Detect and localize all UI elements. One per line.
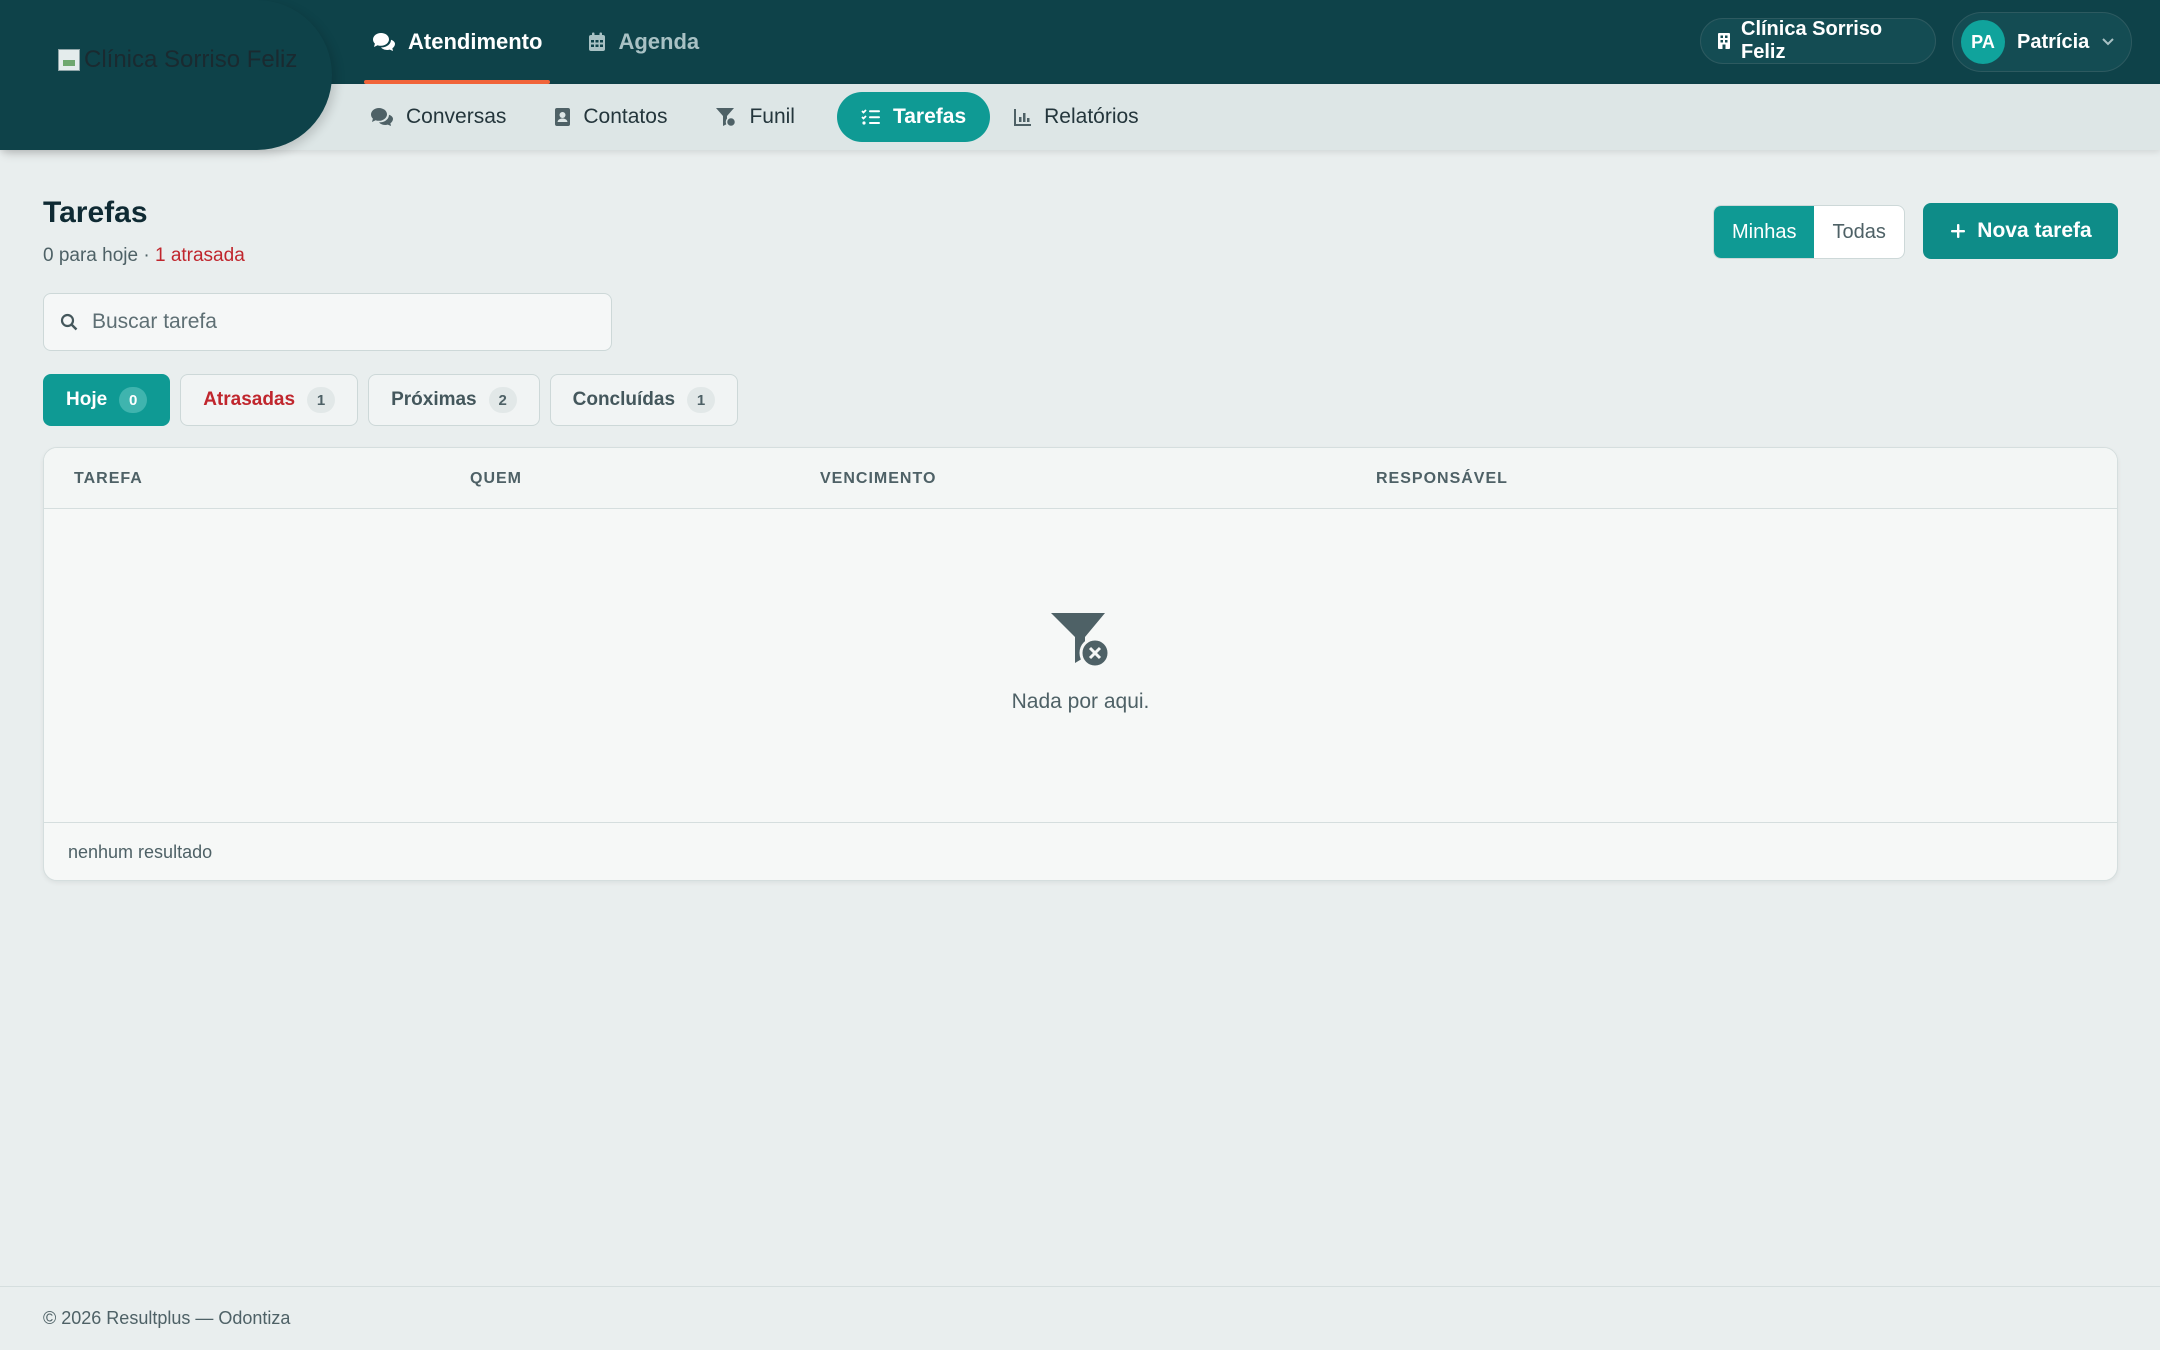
count-badge: 1 bbox=[307, 387, 336, 413]
table-footer: nenhum resultado bbox=[44, 822, 2117, 880]
main-tab-label: Agenda bbox=[618, 29, 700, 54]
column-header-vencimento[interactable]: VENCIMENTO bbox=[820, 470, 936, 488]
filter-proximas[interactable]: Próximas 2 bbox=[368, 374, 540, 426]
sub-nav: Conversas Contatos Funil Tarefas Relatór… bbox=[364, 92, 1163, 142]
plus-icon bbox=[1949, 222, 1967, 240]
new-task-button[interactable]: Nova tarefa bbox=[1923, 203, 2118, 259]
main-tab-agenda[interactable]: Agenda bbox=[580, 0, 707, 84]
user-menu[interactable]: PA Patrícia bbox=[1952, 12, 2132, 72]
sub-tab-label: Relatórios bbox=[1044, 105, 1139, 128]
list-check-icon bbox=[861, 108, 881, 126]
filter-label: Atrasadas bbox=[203, 389, 296, 410]
sub-tab-contatos[interactable]: Contatos bbox=[548, 92, 691, 142]
summary-late: 1 atrasada bbox=[154, 245, 245, 266]
main-nav: Atendimento Agenda bbox=[364, 0, 737, 84]
sub-tab-tarefas[interactable]: Tarefas bbox=[836, 92, 991, 142]
avatar: PA bbox=[1961, 20, 2005, 64]
sub-tab-relatorios[interactable]: Relatórios bbox=[1008, 92, 1163, 142]
main-tab-atendimento[interactable]: Atendimento bbox=[364, 0, 551, 84]
sub-tab-funil[interactable]: Funil bbox=[709, 92, 819, 142]
funnel-icon bbox=[715, 107, 737, 127]
search-box bbox=[43, 293, 612, 351]
filter-atrasadas[interactable]: Atrasadas 1 bbox=[180, 374, 359, 426]
page-title: Tarefas bbox=[43, 196, 148, 229]
sub-tab-label: Funil bbox=[749, 105, 795, 128]
scope-mine-button[interactable]: Minhas bbox=[1714, 206, 1815, 258]
result-count: nenhum resultado bbox=[68, 842, 213, 862]
sub-tab-conversas[interactable]: Conversas bbox=[364, 92, 530, 142]
search-icon bbox=[60, 313, 78, 331]
table-header: TAREFA QUEM VENCIMENTO RESPONSÁVEL bbox=[44, 448, 2117, 509]
filter-label: Concluídas bbox=[572, 389, 676, 410]
clinic-logo[interactable]: Clínica Sorriso Feliz bbox=[58, 46, 297, 74]
column-header-responsavel[interactable]: RESPONSÁVEL bbox=[1376, 470, 1508, 488]
comments-icon bbox=[370, 107, 394, 127]
clinic-logo-alt-text: Clínica Sorriso Feliz bbox=[84, 46, 298, 73]
filter-label: Hoje bbox=[66, 389, 108, 410]
column-header-tarefa[interactable]: TAREFA bbox=[74, 470, 143, 488]
tasks-table: TAREFA QUEM VENCIMENTO RESPONSÁVEL Nada … bbox=[43, 447, 2118, 881]
clinic-name: Clínica Sorriso Feliz bbox=[1741, 18, 1883, 63]
search-input[interactable] bbox=[92, 310, 572, 334]
filter-label: Próximas bbox=[391, 389, 477, 410]
count-badge: 1 bbox=[687, 387, 716, 413]
address-book-icon bbox=[554, 107, 571, 127]
page-footer: © 2026 Resultplus — Odontiza bbox=[0, 1286, 2160, 1350]
user-name: Patrícia bbox=[2017, 30, 2090, 53]
main-tab-label: Atendimento bbox=[408, 29, 543, 54]
count-badge: 2 bbox=[488, 387, 517, 413]
sub-tab-label: Conversas bbox=[406, 105, 507, 128]
filter-clear-icon bbox=[1049, 611, 1111, 669]
scope-all-button[interactable]: Todas bbox=[1814, 206, 1903, 258]
empty-state-text: Nada por aqui. bbox=[1011, 690, 1150, 713]
task-summary: 0 para hoje · 1 atrasada bbox=[43, 245, 245, 267]
count-badge: 0 bbox=[119, 387, 148, 413]
sub-tab-label: Tarefas bbox=[892, 105, 967, 128]
chevron-down-icon bbox=[2101, 37, 2115, 47]
column-header-quem[interactable]: QUEM bbox=[470, 470, 522, 488]
broken-image-icon bbox=[58, 49, 80, 71]
new-task-label: Nova tarefa bbox=[1977, 219, 2092, 242]
filter-concluidas[interactable]: Concluídas 1 bbox=[549, 374, 739, 426]
clinic-selector[interactable]: Clínica Sorriso Feliz bbox=[1700, 18, 1936, 64]
scope-toggle: Minhas Todas bbox=[1713, 205, 1905, 259]
comments-icon bbox=[372, 32, 396, 52]
copyright-text: © 2026 Resultplus — Odontiza bbox=[43, 1308, 291, 1328]
filter-tabs: Hoje 0 Atrasadas 1 Próximas 2 Concluídas… bbox=[43, 374, 739, 426]
chart-icon bbox=[1014, 108, 1032, 126]
sub-tab-label: Contatos bbox=[583, 105, 668, 128]
logo-container[interactable]: Clínica Sorriso Feliz bbox=[0, 0, 332, 150]
summary-today: 0 para hoje · bbox=[43, 245, 155, 266]
filter-hoje[interactable]: Hoje 0 bbox=[43, 374, 171, 426]
calendar-icon bbox=[588, 32, 606, 52]
building-icon bbox=[1717, 32, 1731, 50]
